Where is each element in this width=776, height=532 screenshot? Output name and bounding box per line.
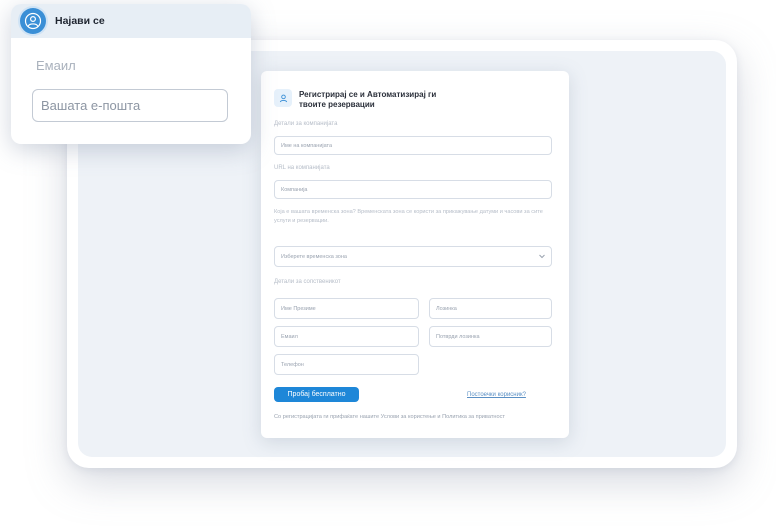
email-input[interactable]: Емаил (274, 326, 419, 347)
login-card: Најави се Емаил Вашата е-пошта (11, 4, 251, 144)
existing-user-link[interactable]: Постоечки корисник? (467, 392, 526, 398)
confirm-password-input[interactable]: Потврди лозинка (429, 326, 552, 347)
phone-input[interactable]: Телефон (274, 354, 419, 375)
login-title: Најави се (55, 15, 105, 27)
company-url-label: URL на компанијата (274, 165, 330, 171)
terms-text: Со регистрацијата ги прифаќате нашите Ус… (274, 414, 505, 420)
owner-details-label: Детали за сопственикот (274, 279, 341, 285)
first-name-input[interactable]: Име Презиме (274, 298, 419, 319)
form-header: Регистрирај се и Автоматизирај ги твоите… (274, 89, 439, 109)
timezone-select[interactable]: Изберете временска зона (274, 246, 552, 267)
login-email-input[interactable]: Вашата е-пошта (32, 89, 228, 122)
email-label: Емаил (36, 58, 76, 73)
company-details-label: Детали за компанијата (274, 121, 338, 127)
company-url-input[interactable]: Компанија (274, 180, 552, 199)
timezone-help-text: Која е вашата временска зона? Временскат… (274, 209, 543, 224)
avatar-icon (20, 8, 46, 34)
company-name-input[interactable]: Име на компанијата (274, 136, 552, 155)
registration-form: Регистрирај се и Автоматизирај ги твоите… (261, 71, 569, 438)
form-title: Регистрирај се и Автоматизирај ги твоите… (299, 90, 437, 109)
chevron-down-icon (538, 252, 546, 262)
user-icon (274, 89, 292, 107)
timezone-select-value: Изберете временска зона (281, 253, 347, 260)
password-input[interactable]: Лозинка (429, 298, 552, 319)
try-free-button[interactable]: Пробај бесплатно (274, 387, 359, 402)
login-header: Најави се (11, 4, 251, 38)
